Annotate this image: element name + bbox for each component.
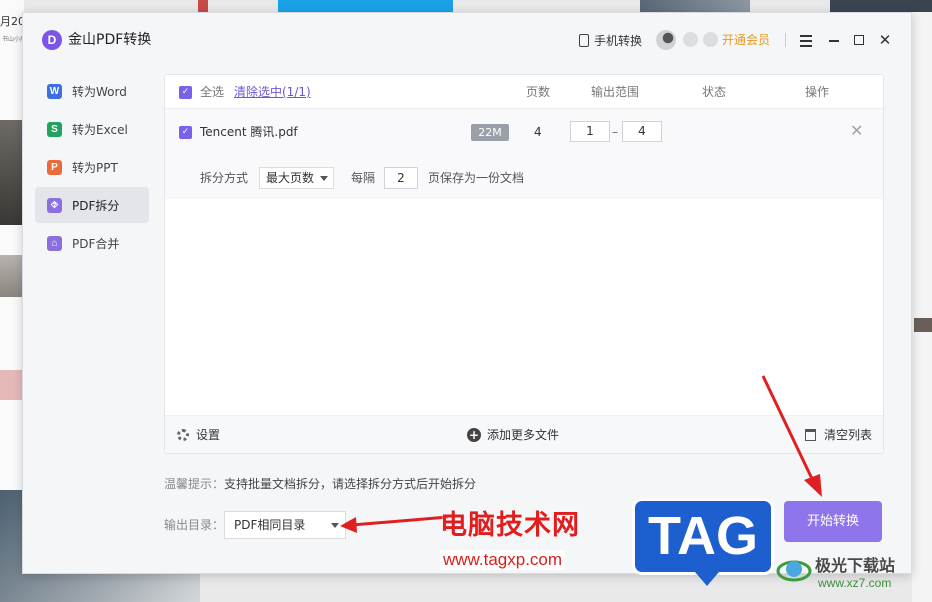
sidebar-item-to-excel[interactable]: S 转为Excel [35,111,149,147]
split-mode-label: 拆分方式 [200,171,249,185]
app-logo-icon: D [42,30,62,50]
sidebar-item-pdf-merge[interactable]: ⌂ PDF合并 [35,225,149,261]
background-photo [0,120,22,225]
range-end-input[interactable]: 4 [622,121,662,142]
mobile-convert-label: 手机转换 [594,33,643,48]
split-icon: ⯑ [47,197,62,213]
table-header: ✓ 全选 清除选中(1/1) 页数 输出范围 状态 操作 [165,75,883,109]
file-size-badge: 22M [471,124,509,141]
excel-icon: S [47,121,62,137]
column-header-operations: 操作 [805,85,830,99]
title-bar: D 金山PDF转换 手机转换 开通会员 ✕ [23,13,911,65]
maximize-icon[interactable] [849,30,869,50]
select-all-label[interactable]: 全选 [200,75,224,109]
jiguang-logo-icon [776,560,812,582]
gear-icon [177,429,189,441]
column-header-pages: 页数 [526,85,551,99]
background-window-right [912,12,932,602]
sidebar-item-label: 转为Word [72,84,127,99]
sidebar-item-label: PDF拆分 [72,198,120,213]
watermark-site-url: www.xz7.com [818,576,892,590]
output-dir-label: 输出目录： [164,518,225,532]
column-header-range: 输出范围 [591,85,640,99]
range-start-input[interactable]: 1 [570,121,610,142]
pages-per-file-input[interactable]: 2 [384,167,418,189]
minimize-icon[interactable] [824,30,844,50]
select-all-checkbox[interactable]: ✓ [179,86,192,99]
background-photo [830,0,932,12]
background-photo [0,255,22,297]
open-vip-link[interactable]: 开通会员 [722,30,770,50]
watermark-tag-logo: TAG [632,498,774,586]
sidebar-item-label: PDF合并 [72,236,120,251]
sidebar-item-pdf-split[interactable]: ⯑ PDF拆分 [35,187,149,223]
output-dir-value: PDF相同目录 [234,518,306,532]
every-suffix-label: 页保存为一份文档 [428,171,525,185]
titlebar-divider [785,33,786,47]
tip-text: 温馨提示：支持批量文档拆分，请选择拆分方式后开始拆分 [164,475,476,493]
trash-icon [805,429,816,441]
sidebar-item-label: 转为PPT [72,160,118,175]
background-photo [914,318,932,332]
background-block [198,0,208,12]
watermark-cn: 电脑技术网 [440,510,580,541]
output-dir-select[interactable]: PDF相同目录 [224,511,346,539]
add-more-files-button[interactable]: + 添加更多文件 [467,425,559,445]
settings-label: 设置 [196,428,221,442]
clear-list-button[interactable]: 清空列表 [805,425,872,445]
sidebar-item-label: 转为Excel [72,122,128,137]
file-list-panel: ✓ 全选 清除选中(1/1) 页数 输出范围 状态 操作 ✓ Tencent 腾… [164,74,884,454]
add-more-label: 添加更多文件 [487,428,560,442]
panel-footer: 设置 + 添加更多文件 清空列表 [165,415,883,453]
tip-label: 温馨提示： [164,477,225,491]
watermark-url: www.tagxp.com [440,550,566,570]
watermark-site-name: 极光下载站 [815,556,896,575]
background-block [278,0,453,12]
phone-icon [579,33,589,47]
start-convert-button[interactable]: 开始转换 [784,501,882,542]
menu-icon[interactable] [796,30,816,50]
page-count: 4 [534,125,542,139]
file-name: Tencent 腾讯.pdf [200,125,298,139]
clear-selection-link[interactable]: 清除选中(1/1) [234,75,311,109]
settings-button[interactable]: 设置 [177,425,220,445]
range-separator: – [612,125,618,139]
column-header-status: 状态 [702,85,727,99]
merge-icon: ⌂ [47,235,62,251]
word-icon: W [47,83,62,99]
sidebar: W 转为Word S 转为Excel P 转为PPT ⯑ PDF拆分 ⌂ PDF… [35,73,149,263]
member-badge-icon [683,32,698,47]
sidebar-item-to-word[interactable]: W 转为Word [35,73,149,109]
avatar[interactable] [656,30,676,50]
every-label: 每隔 [351,171,376,185]
chevron-down-icon [320,176,328,181]
file-checkbox[interactable]: ✓ [179,126,192,139]
split-mode-select[interactable]: 最大页数 [259,167,334,189]
app-title: 金山PDF转换 [68,32,152,48]
tip-message: 支持批量文档拆分，请选择拆分方式后开始拆分 [224,477,477,491]
table-row: ✓ Tencent 腾讯.pdf 22M 4 1 – 4 ✕ 拆分方式 最大页数… [165,109,883,199]
mobile-convert-button[interactable]: 手机转换 [579,30,642,50]
sidebar-item-to-ppt[interactable]: P 转为PPT [35,149,149,185]
background-photo [640,0,750,12]
app-window: D 金山PDF转换 手机转换 开通会员 ✕ W 转为Word S 转为Excel… [22,12,912,574]
close-icon[interactable]: ✕ [875,30,895,50]
member-badge-icon [703,32,718,47]
chevron-down-icon [331,523,339,528]
delete-file-icon[interactable]: ✕ [850,121,863,141]
clear-list-label: 清空列表 [824,428,873,442]
ppt-icon: P [47,159,62,175]
background-block [0,370,24,400]
plus-icon: + [467,428,481,442]
split-mode-value: 最大页数 [266,171,315,185]
